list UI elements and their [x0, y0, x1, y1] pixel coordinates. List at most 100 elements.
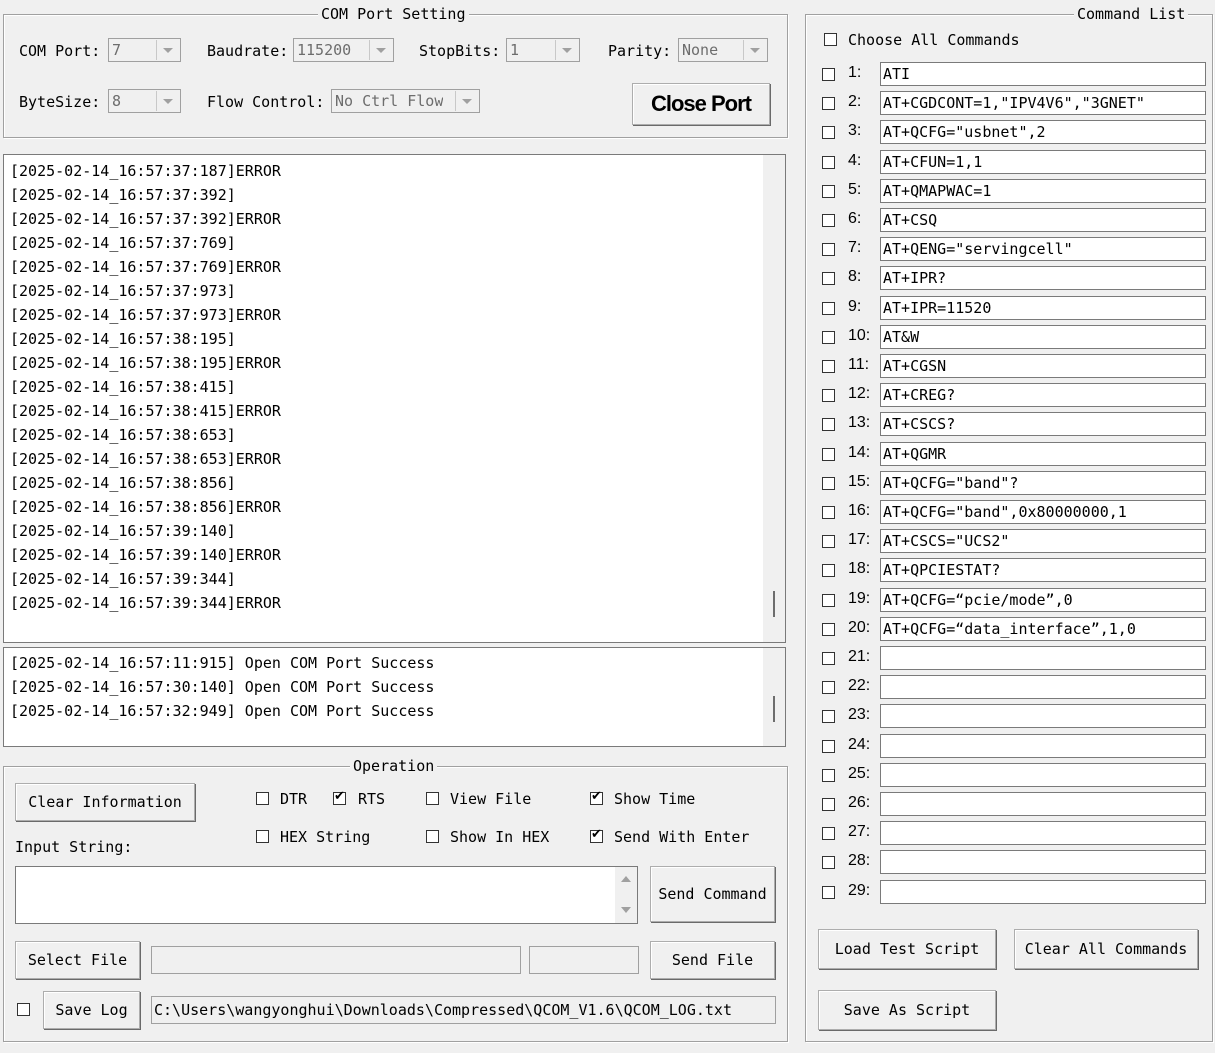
choose-all-checkbox[interactable] — [824, 33, 837, 46]
command-checkbox[interactable] — [822, 476, 835, 490]
command-checkbox[interactable] — [822, 301, 835, 315]
command-checkbox[interactable] — [822, 798, 835, 811]
command-checkbox[interactable] — [822, 68, 835, 81]
command-input[interactable]: AT+CREG? — [880, 383, 1206, 408]
scroll-up-icon[interactable] — [621, 876, 631, 882]
chevron-down-icon[interactable] — [156, 91, 179, 111]
scrollbar-thumb[interactable] — [773, 696, 775, 722]
save-as-script-button[interactable]: Save As Script — [818, 990, 996, 1030]
command-checkbox[interactable] — [822, 184, 835, 198]
chevron-down-icon[interactable] — [156, 40, 179, 60]
command-input[interactable] — [880, 675, 1206, 700]
input-string-field[interactable] — [15, 866, 638, 924]
chevron-down-icon[interactable] — [555, 40, 578, 60]
command-checkbox[interactable] — [822, 214, 835, 227]
command-input[interactable]: AT+CGSN — [880, 354, 1206, 378]
show-in-hex-checkbox[interactable] — [426, 830, 439, 843]
receive-log-area[interactable]: [2025-02-14_16:57:37:187]ERROR [2025-02-1… — [3, 154, 786, 643]
command-input[interactable]: AT+CGDCONT=1,"IPV4V6","3GNET" — [880, 91, 1206, 116]
command-input[interactable]: AT+QCFG=“pcie/mode”,0 — [880, 587, 1206, 612]
command-checkbox[interactable] — [822, 710, 835, 724]
view-file-checkbox[interactable] — [426, 792, 439, 805]
command-checkbox[interactable] — [822, 622, 835, 636]
chevron-down-icon[interactable] — [369, 40, 392, 60]
bytesize-select[interactable]: 8 — [108, 89, 181, 113]
command-checkbox[interactable] — [822, 272, 835, 286]
command-input[interactable] — [880, 646, 1206, 670]
command-checkbox[interactable] — [822, 506, 835, 519]
command-checkbox[interactable] — [822, 681, 835, 695]
command-input[interactable] — [880, 733, 1206, 758]
command-checkbox[interactable] — [822, 885, 835, 899]
command-checkbox[interactable] — [822, 418, 835, 432]
command-checkbox[interactable] — [822, 97, 835, 111]
command-checkbox[interactable] — [822, 126, 835, 140]
rts-checkbox[interactable] — [333, 789, 346, 805]
chevron-down-icon[interactable] — [743, 40, 766, 60]
command-checkbox[interactable] — [822, 827, 835, 841]
command-input[interactable] — [880, 850, 1206, 875]
command-checkbox[interactable] — [822, 856, 835, 870]
command-checkbox[interactable] — [822, 564, 835, 578]
clear-information-button[interactable]: Clear Information — [15, 783, 195, 821]
command-input[interactable]: AT+QPCIESTAT? — [880, 558, 1206, 583]
command-input[interactable] — [880, 704, 1206, 729]
parity-select[interactable]: None — [678, 38, 768, 62]
chevron-down-icon[interactable] — [455, 91, 478, 111]
hex-string-checkbox[interactable] — [256, 830, 269, 843]
command-checkbox[interactable] — [822, 389, 835, 403]
command-input[interactable]: AT+QCFG="band"? — [880, 470, 1206, 495]
com-port-select[interactable]: 7 — [108, 38, 181, 62]
scrollbar[interactable] — [615, 867, 637, 923]
command-checkbox[interactable] — [822, 768, 835, 782]
file-path-field[interactable] — [151, 946, 521, 974]
command-checkbox[interactable] — [822, 652, 835, 665]
command-input[interactable]: AT+QCFG=“data_interface”,1,0 — [880, 616, 1206, 641]
load-test-script-button[interactable]: Load Test Script — [818, 929, 996, 969]
command-input[interactable]: AT+IPR=11520 — [880, 295, 1206, 320]
close-port-button[interactable]: Close Port — [632, 83, 770, 125]
command-input[interactable]: AT+QCFG="usbnet",2 — [880, 120, 1206, 145]
command-input[interactable]: AT+CFUN=1,1 — [880, 149, 1206, 174]
command-checkbox[interactable] — [822, 593, 835, 607]
send-with-enter-checkbox[interactable] — [590, 827, 603, 843]
save-log-checkbox[interactable] — [17, 1003, 30, 1016]
command-input[interactable]: AT+IPR? — [880, 266, 1206, 291]
stopbits-select[interactable]: 1 — [506, 38, 580, 62]
status-log-area[interactable]: [2025-02-14_16:57:11:915] Open COM Port … — [3, 647, 786, 747]
command-checkbox[interactable] — [822, 360, 835, 373]
command-row: 28: — [822, 850, 1208, 875]
command-input[interactable]: AT+CSCS? — [880, 412, 1206, 437]
command-input[interactable]: AT&W — [880, 324, 1206, 349]
command-checkbox[interactable] — [822, 739, 835, 753]
command-checkbox[interactable] — [822, 330, 835, 344]
send-file-button[interactable]: Send File — [650, 941, 775, 979]
command-input[interactable]: AT+QCFG="band",0x80000000,1 — [880, 500, 1206, 524]
dtr-checkbox[interactable] — [256, 792, 269, 805]
command-input[interactable] — [880, 821, 1206, 846]
command-input[interactable]: AT+QGMR — [880, 441, 1206, 466]
command-input[interactable] — [880, 792, 1206, 816]
command-checkbox[interactable] — [822, 535, 835, 549]
command-checkbox[interactable] — [822, 447, 835, 461]
command-input[interactable]: AT+CSCS="UCS2" — [880, 529, 1206, 554]
scrollbar[interactable] — [763, 155, 785, 642]
command-input[interactable]: AT+CSQ — [880, 208, 1206, 232]
baudrate-select[interactable]: 115200 — [293, 38, 394, 62]
clear-all-commands-button[interactable]: Clear All Commands — [1014, 929, 1198, 969]
command-input[interactable]: ATI — [880, 62, 1206, 86]
command-checkbox[interactable] — [822, 155, 835, 169]
select-file-button[interactable]: Select File — [15, 941, 140, 979]
scroll-down-icon[interactable] — [621, 907, 631, 913]
command-input[interactable]: AT+QENG="servingcell" — [880, 237, 1206, 262]
flow-control-select[interactable]: No Ctrl Flow — [331, 89, 480, 113]
log-path-field[interactable]: C:\Users\wangyonghui\Downloads\Compresse… — [151, 996, 776, 1024]
command-input[interactable] — [880, 762, 1206, 787]
command-input[interactable] — [880, 879, 1206, 904]
command-input[interactable]: AT+QMAPWAC=1 — [880, 178, 1206, 203]
send-command-button[interactable]: Send Command — [650, 866, 775, 922]
scrollbar-thumb[interactable] — [773, 591, 775, 617]
show-time-checkbox[interactable] — [590, 789, 603, 805]
command-checkbox[interactable] — [822, 243, 835, 257]
save-log-button[interactable]: Save Log — [43, 991, 140, 1029]
